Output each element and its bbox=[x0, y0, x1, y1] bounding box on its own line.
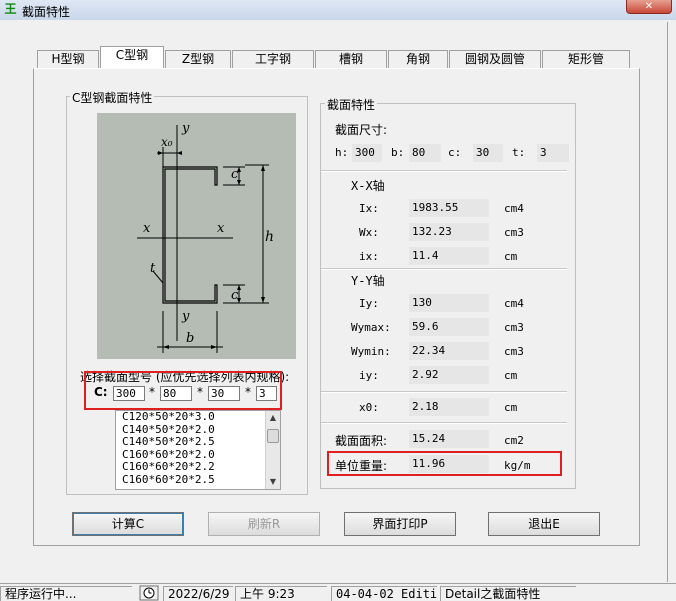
wymin-unit: cm3 bbox=[504, 345, 524, 358]
t-size-value: 3 bbox=[537, 144, 569, 162]
wx-unit: cm3 bbox=[504, 226, 524, 239]
diagram-label-y-top: y bbox=[182, 121, 190, 136]
x0-unit: cm bbox=[504, 401, 518, 414]
clock-icon bbox=[139, 585, 159, 601]
ix-moment-label: Ix: bbox=[359, 202, 379, 215]
scroll-up-icon[interactable]: ▲ bbox=[266, 411, 280, 425]
wymax-unit: cm3 bbox=[504, 321, 524, 334]
h-size-value: 300 bbox=[352, 144, 382, 162]
wymin-value: 22.34 bbox=[409, 342, 489, 360]
b-size-value: 80 bbox=[409, 144, 441, 162]
diagram-label-y-bottom: y bbox=[182, 309, 190, 324]
separator bbox=[321, 391, 567, 393]
scroll-down-icon[interactable]: ▼ bbox=[266, 475, 280, 489]
area-unit: cm2 bbox=[504, 434, 524, 447]
app-icon: 王 bbox=[4, 2, 17, 16]
h-size-label: h: bbox=[335, 146, 349, 159]
c-section-diagram: y x₀ c x x h t c y b bbox=[97, 113, 296, 359]
c-size-label: c: bbox=[448, 146, 462, 159]
x0-label: x0: bbox=[359, 401, 379, 414]
calculate-button[interactable]: 计算C bbox=[72, 512, 184, 536]
wymax-value: 59.6 bbox=[409, 318, 489, 336]
tab-i-beam[interactable]: 工字钢 bbox=[232, 50, 314, 68]
iy-moment-unit: cm4 bbox=[504, 297, 524, 310]
list-item[interactable]: C140*50*20*2.5 bbox=[116, 435, 280, 449]
print-button[interactable]: 界面打印P bbox=[344, 512, 456, 536]
section-list[interactable]: C120*50*20*3.0 C140*50*20*2.0 C140*50*20… bbox=[115, 410, 281, 490]
close-button[interactable]: ✕ bbox=[626, 0, 672, 14]
diagram-label-b: b bbox=[186, 331, 195, 346]
status-time: 上午 9:23 bbox=[235, 586, 327, 601]
size-title: 截面尺寸: bbox=[335, 123, 388, 137]
t-size-label: t: bbox=[512, 146, 526, 159]
diagram-label-t: t bbox=[150, 261, 156, 276]
tab-h-steel[interactable]: H型钢 bbox=[37, 50, 99, 68]
status-date: 2022/6/29 bbox=[163, 586, 233, 601]
ix-moment-unit: cm4 bbox=[504, 202, 524, 215]
tab-angle[interactable]: 角钢 bbox=[388, 50, 448, 68]
diagram-label-x-left: x bbox=[143, 221, 151, 236]
ix-radius-unit: cm bbox=[504, 250, 518, 263]
list-scrollbar[interactable]: ▲ ▼ bbox=[265, 411, 280, 489]
highlight-input-box bbox=[84, 371, 282, 410]
separator bbox=[321, 268, 567, 270]
tab-round[interactable]: 圆钢及圆管 bbox=[449, 50, 541, 68]
exit-button[interactable]: 退出E bbox=[488, 512, 600, 536]
list-item[interactable]: C160*60*20*2.2 bbox=[116, 460, 280, 474]
status-edition: 04-04-02 Edition bbox=[331, 586, 437, 601]
ix-radius-value: 11.4 bbox=[409, 247, 489, 265]
wymax-label: Wymax: bbox=[351, 321, 391, 334]
iy-radius-label: iy: bbox=[359, 369, 379, 382]
diagram-label-c-top: c bbox=[231, 167, 239, 182]
iy-radius-unit: cm bbox=[504, 369, 518, 382]
iy-moment-label: Iy: bbox=[359, 297, 379, 310]
title-bar: 王 截面特性 ✕ bbox=[0, 0, 676, 20]
separator bbox=[321, 422, 567, 424]
x0-value: 2.18 bbox=[409, 398, 489, 416]
diagram-label-h: h bbox=[265, 229, 275, 245]
diagram-label-c-bottom: c bbox=[231, 288, 239, 303]
separator bbox=[321, 170, 567, 172]
properties-legend: 截面特性 bbox=[325, 96, 378, 113]
refresh-button[interactable]: 刷新R bbox=[208, 512, 320, 536]
status-text: 程序运行中... bbox=[0, 586, 132, 601]
status-bar: 程序运行中... 2022/6/29 上午 9:23 04-04-02 Edit… bbox=[0, 583, 676, 601]
c-size-value: 30 bbox=[473, 144, 503, 162]
list-item[interactable]: C160*60*20*2.5 bbox=[116, 473, 280, 487]
c-section-legend: C型钢截面特性 bbox=[70, 89, 155, 106]
yy-axis-title: Y-Y轴 bbox=[351, 274, 385, 288]
list-item[interactable]: C120*50*20*3.0 bbox=[116, 411, 280, 424]
wymin-label: Wymin: bbox=[351, 345, 391, 358]
wx-value: 132.23 bbox=[409, 223, 489, 241]
area-label: 截面面积: bbox=[335, 434, 388, 448]
diagram-label-x0: x₀ bbox=[161, 135, 173, 149]
scroll-thumb[interactable] bbox=[267, 429, 279, 443]
tab-rect-tube[interactable]: 矩形管 bbox=[542, 50, 630, 68]
b-size-label: b: bbox=[391, 146, 405, 159]
ix-radius-label: ix: bbox=[359, 250, 379, 263]
tab-channel[interactable]: 槽钢 bbox=[315, 50, 387, 68]
xx-axis-title: X-X轴 bbox=[351, 179, 385, 193]
diagram-label-x-right: x bbox=[217, 221, 225, 236]
iy-radius-value: 2.92 bbox=[409, 366, 489, 384]
window-title: 截面特性 bbox=[22, 5, 71, 19]
tab-z-steel[interactable]: Z型钢 bbox=[165, 50, 231, 68]
ix-moment-value: 1983.55 bbox=[409, 199, 489, 217]
iy-moment-value: 130 bbox=[409, 294, 489, 312]
highlight-weight-box bbox=[327, 451, 562, 476]
wx-label: Wx: bbox=[359, 226, 379, 239]
area-value: 15.24 bbox=[409, 430, 489, 448]
tab-c-steel[interactable]: C型钢 bbox=[100, 46, 164, 69]
status-detail: Detail之截面特性 bbox=[440, 586, 576, 601]
